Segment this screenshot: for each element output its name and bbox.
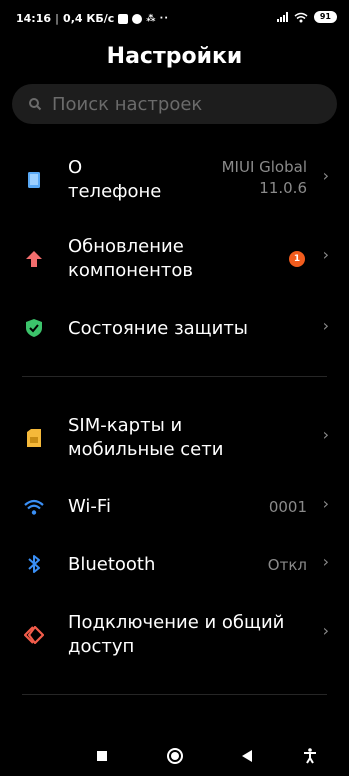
update-count-badge: 1 <box>289 251 305 267</box>
chevron-right-icon: › <box>322 425 329 444</box>
phone-icon <box>24 170 44 190</box>
item-value: MIUI Global 11.0.6 <box>221 158 307 197</box>
status-right: 91 <box>276 11 337 23</box>
settings-item-wifi[interactable]: Wi-Fi 0001 › <box>0 490 349 524</box>
settings-item-sim-cards[interactable]: SIM-карты и мобильные сети › <box>0 412 349 468</box>
chevron-right-icon: › <box>322 494 329 513</box>
search-icon <box>26 95 44 113</box>
navigation-bar <box>0 736 349 776</box>
qr-notification-icon: ⁂ <box>146 13 156 24</box>
settings-item-bluetooth[interactable]: Bluetooth Откл › <box>0 548 349 582</box>
page-title: Настройки <box>106 44 243 69</box>
triangle-back-icon[interactable] <box>237 746 257 766</box>
status-bar: 14:16 | 0,4 КБ/с ⁂ ·· 91 <box>0 0 349 36</box>
update-arrow-icon <box>24 249 44 269</box>
settings-item-component-updates[interactable]: Обновление компонентов 1 › <box>0 232 349 288</box>
section-divider <box>22 694 327 695</box>
signal-icon <box>276 12 288 22</box>
sim-card-icon <box>24 428 44 448</box>
item-label: Подключение и общий доступ <box>68 612 285 657</box>
chevron-right-icon: › <box>322 166 329 185</box>
chevron-right-icon: › <box>322 621 329 640</box>
status-time: 14:16 <box>16 12 52 25</box>
item-label: SIM-карты и мобильные сети <box>68 415 224 460</box>
item-label: Bluetooth <box>68 554 156 575</box>
item-label: Состояние защиты <box>68 318 249 339</box>
settings-item-about-phone[interactable]: О телефоне MIUI Global 11.0.6 › <box>0 152 349 212</box>
chevron-right-icon: › <box>322 552 329 571</box>
settings-item-protection-status[interactable]: Состояние защиты › <box>0 312 349 346</box>
item-value: 0001 <box>268 498 307 516</box>
wifi-status-icon <box>294 12 308 22</box>
settings-item-connection-sharing[interactable]: Подключение и общий доступ › <box>0 608 349 664</box>
status-left: 14:16 | 0,4 КБ/с ⁂ ·· <box>16 12 170 25</box>
search-bar[interactable] <box>12 84 337 124</box>
wifi-icon <box>24 497 44 517</box>
chat-notification-icon <box>118 13 129 24</box>
item-label: Wi-Fi <box>68 496 111 517</box>
item-value: Откл <box>267 556 307 574</box>
bluetooth-icon <box>24 554 44 574</box>
more-notifications-icon: ·· <box>159 13 170 24</box>
search-input[interactable] <box>50 92 314 116</box>
status-speed: 0,4 КБ/с <box>63 12 115 25</box>
section-divider <box>22 376 327 377</box>
chevron-right-icon: › <box>322 316 329 335</box>
item-label: Обновление компонентов <box>68 236 193 281</box>
circle-icon[interactable] <box>165 746 185 766</box>
accessibility-icon[interactable] <box>300 746 320 766</box>
app-notification-icon <box>132 13 143 24</box>
chevron-right-icon: › <box>322 245 329 264</box>
square-icon[interactable] <box>92 746 112 766</box>
battery-icon: 91 <box>313 11 337 23</box>
item-label: О телефоне <box>68 157 162 202</box>
connection-sharing-icon <box>24 625 44 645</box>
shield-check-icon <box>24 318 44 338</box>
